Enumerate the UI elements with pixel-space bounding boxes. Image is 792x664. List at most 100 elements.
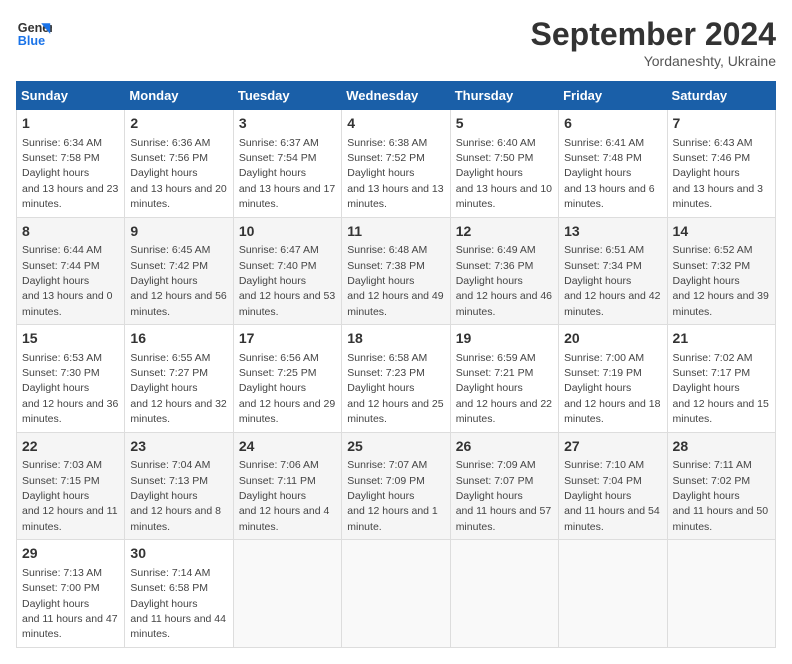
table-row: 26Sunrise: 7:09 AMSunset: 7:07 PMDayligh… — [450, 432, 558, 540]
day-info: Sunrise: 6:40 AMSunset: 7:50 PMDaylight … — [456, 137, 552, 211]
table-row: 25Sunrise: 7:07 AMSunset: 7:09 PMDayligh… — [342, 432, 450, 540]
day-info: Sunrise: 7:09 AMSunset: 7:07 PMDaylight … — [456, 459, 552, 533]
day-number: 17 — [239, 329, 336, 349]
table-row: 27Sunrise: 7:10 AMSunset: 7:04 PMDayligh… — [559, 432, 667, 540]
day-info: Sunrise: 6:49 AMSunset: 7:36 PMDaylight … — [456, 244, 552, 318]
day-info: Sunrise: 6:52 AMSunset: 7:32 PMDaylight … — [673, 244, 769, 318]
day-info: Sunrise: 6:48 AMSunset: 7:38 PMDaylight … — [347, 244, 443, 318]
col-thursday: Thursday — [450, 82, 558, 110]
day-number: 25 — [347, 437, 444, 457]
day-number: 6 — [564, 114, 661, 134]
table-row: 15Sunrise: 6:53 AMSunset: 7:30 PMDayligh… — [17, 325, 125, 433]
day-number: 10 — [239, 222, 336, 242]
day-number: 4 — [347, 114, 444, 134]
day-info: Sunrise: 6:36 AMSunset: 7:56 PMDaylight … — [130, 137, 226, 211]
day-info: Sunrise: 6:53 AMSunset: 7:30 PMDaylight … — [22, 352, 118, 426]
calendar-week-row: 1 Sunrise: 6:34 AMSunset: 7:58 PMDaylight… — [17, 110, 776, 218]
day-info: Sunrise: 7:06 AMSunset: 7:11 PMDaylight … — [239, 459, 330, 533]
day-info: Sunrise: 6:37 AMSunset: 7:54 PMDaylight … — [239, 137, 335, 211]
table-row: 9Sunrise: 6:45 AMSunset: 7:42 PMDaylight… — [125, 217, 233, 325]
day-info: Sunrise: 6:56 AMSunset: 7:25 PMDaylight … — [239, 352, 335, 426]
page-header: General Blue September 2024 Yordaneshty,… — [16, 16, 776, 69]
table-row — [667, 540, 775, 648]
table-row: 13Sunrise: 6:51 AMSunset: 7:34 PMDayligh… — [559, 217, 667, 325]
day-number: 3 — [239, 114, 336, 134]
day-number: 24 — [239, 437, 336, 457]
day-number: 23 — [130, 437, 227, 457]
day-info: Sunrise: 6:55 AMSunset: 7:27 PMDaylight … — [130, 352, 226, 426]
day-info: Sunrise: 6:59 AMSunset: 7:21 PMDaylight … — [456, 352, 552, 426]
logo-icon: General Blue — [16, 16, 52, 52]
table-row: 18Sunrise: 6:58 AMSunset: 7:23 PMDayligh… — [342, 325, 450, 433]
day-number: 5 — [456, 114, 553, 134]
day-number: 1 — [22, 114, 119, 134]
day-info: Sunrise: 6:41 AMSunset: 7:48 PMDaylight … — [564, 137, 655, 211]
day-info: Sunrise: 6:34 AMSunset: 7:58 PMDaylight … — [22, 137, 118, 211]
table-row: 29 Sunrise: 7:13 AMSunset: 7:00 PMDayligh… — [17, 540, 125, 648]
day-number: 29 — [22, 544, 119, 564]
day-number: 27 — [564, 437, 661, 457]
table-row: 16 Sunrise: 6:55 AMSunset: 7:27 PMDayligh… — [125, 325, 233, 433]
table-row: 4 Sunrise: 6:38 AMSunset: 7:52 PMDaylight… — [342, 110, 450, 218]
day-info: Sunrise: 6:43 AMSunset: 7:46 PMDaylight … — [673, 137, 764, 211]
day-info: Sunrise: 7:14 AMSunset: 6:58 PMDaylight … — [130, 567, 226, 641]
day-info: Sunrise: 6:38 AMSunset: 7:52 PMDaylight … — [347, 137, 443, 211]
table-row — [559, 540, 667, 648]
day-number: 26 — [456, 437, 553, 457]
table-row: 8Sunrise: 6:44 AMSunset: 7:44 PMDaylight… — [17, 217, 125, 325]
table-row: 19 Sunrise: 6:59 AMSunset: 7:21 PMDayligh… — [450, 325, 558, 433]
day-info: Sunrise: 7:10 AMSunset: 7:04 PMDaylight … — [564, 459, 660, 533]
day-number: 21 — [673, 329, 770, 349]
day-number: 11 — [347, 222, 444, 242]
day-number: 9 — [130, 222, 227, 242]
day-info: Sunrise: 6:51 AMSunset: 7:34 PMDaylight … — [564, 244, 660, 318]
table-row: 2 Sunrise: 6:36 AMSunset: 7:56 PMDaylight… — [125, 110, 233, 218]
table-row: 10Sunrise: 6:47 AMSunset: 7:40 PMDayligh… — [233, 217, 341, 325]
calendar-week-row: 15Sunrise: 6:53 AMSunset: 7:30 PMDayligh… — [17, 325, 776, 433]
table-row: 14Sunrise: 6:52 AMSunset: 7:32 PMDayligh… — [667, 217, 775, 325]
table-row — [450, 540, 558, 648]
day-info: Sunrise: 7:11 AMSunset: 7:02 PMDaylight … — [673, 459, 769, 533]
day-number: 19 — [456, 329, 553, 349]
day-number: 14 — [673, 222, 770, 242]
day-number: 30 — [130, 544, 227, 564]
table-row: 6 Sunrise: 6:41 AMSunset: 7:48 PMDaylight… — [559, 110, 667, 218]
day-number: 8 — [22, 222, 119, 242]
calendar-table: Sunday Monday Tuesday Wednesday Thursday… — [16, 81, 776, 648]
table-row: 5 Sunrise: 6:40 AMSunset: 7:50 PMDaylight… — [450, 110, 558, 218]
day-info: Sunrise: 7:07 AMSunset: 7:09 PMDaylight … — [347, 459, 438, 533]
day-number: 12 — [456, 222, 553, 242]
calendar-week-row: 29 Sunrise: 7:13 AMSunset: 7:00 PMDayligh… — [17, 540, 776, 648]
col-saturday: Saturday — [667, 82, 775, 110]
table-row — [233, 540, 341, 648]
table-row: 11Sunrise: 6:48 AMSunset: 7:38 PMDayligh… — [342, 217, 450, 325]
day-number: 22 — [22, 437, 119, 457]
col-friday: Friday — [559, 82, 667, 110]
location-subtitle: Yordaneshty, Ukraine — [531, 53, 776, 69]
calendar-week-row: 8Sunrise: 6:44 AMSunset: 7:44 PMDaylight… — [17, 217, 776, 325]
day-number: 18 — [347, 329, 444, 349]
month-title: September 2024 — [531, 16, 776, 53]
col-tuesday: Tuesday — [233, 82, 341, 110]
table-row: 30 Sunrise: 7:14 AMSunset: 6:58 PMDayligh… — [125, 540, 233, 648]
day-number: 28 — [673, 437, 770, 457]
table-row: 21Sunrise: 7:02 AMSunset: 7:17 PMDayligh… — [667, 325, 775, 433]
day-info: Sunrise: 6:45 AMSunset: 7:42 PMDaylight … — [130, 244, 226, 318]
table-row: 22Sunrise: 7:03 AMSunset: 7:15 PMDayligh… — [17, 432, 125, 540]
calendar-header-row: Sunday Monday Tuesday Wednesday Thursday… — [17, 82, 776, 110]
title-section: September 2024 Yordaneshty, Ukraine — [531, 16, 776, 69]
table-row: 20Sunrise: 7:00 AMSunset: 7:19 PMDayligh… — [559, 325, 667, 433]
col-wednesday: Wednesday — [342, 82, 450, 110]
day-number: 2 — [130, 114, 227, 134]
logo: General Blue — [16, 16, 52, 52]
svg-text:Blue: Blue — [18, 34, 45, 48]
table-row: 28Sunrise: 7:11 AMSunset: 7:02 PMDayligh… — [667, 432, 775, 540]
col-sunday: Sunday — [17, 82, 125, 110]
day-number: 16 — [130, 329, 227, 349]
col-monday: Monday — [125, 82, 233, 110]
calendar-week-row: 22Sunrise: 7:03 AMSunset: 7:15 PMDayligh… — [17, 432, 776, 540]
day-info: Sunrise: 7:13 AMSunset: 7:00 PMDaylight … — [22, 567, 118, 641]
day-info: Sunrise: 7:04 AMSunset: 7:13 PMDaylight … — [130, 459, 221, 533]
table-row: 1 Sunrise: 6:34 AMSunset: 7:58 PMDaylight… — [17, 110, 125, 218]
table-row: 3 Sunrise: 6:37 AMSunset: 7:54 PMDaylight… — [233, 110, 341, 218]
